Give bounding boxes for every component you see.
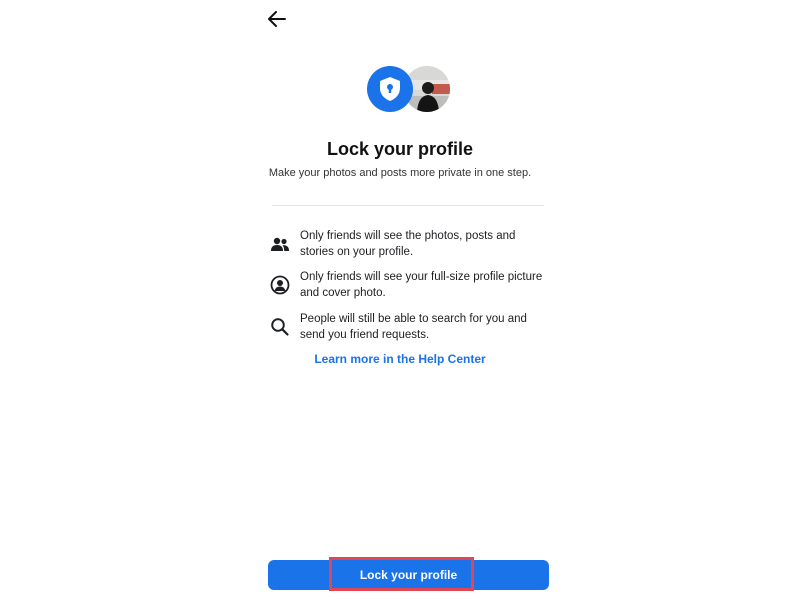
shield-badge [367,66,413,112]
feature-item: Only friends will see your full-size pro… [268,269,558,301]
page-subtitle: Make your photos and posts more private … [268,167,532,179]
page-title: Lock your profile [326,139,474,159]
feature-item: Only friends will see the photos, posts … [268,228,558,260]
profile-circle-icon [268,273,292,297]
feature-text: Only friends will see the photos, posts … [300,230,516,258]
arrow-left-icon [268,11,286,27]
search-icon [268,315,292,339]
friends-icon [268,232,292,256]
help-center-link[interactable]: Learn more in the Help Center [0,352,800,366]
lock-profile-button[interactable]: Lock your profile [268,560,549,590]
hero-illustration [364,64,456,114]
lock-profile-screen: Lock your profile Make your photos and p… [0,0,800,600]
feature-text: Only friends will see your full-size pro… [300,271,543,299]
shield-lock-icon [380,77,400,101]
feature-item: People will still be able to search for … [268,311,558,343]
back-button[interactable] [266,9,288,29]
divider [272,205,544,206]
feature-text: People will still be able to search for … [300,313,527,341]
